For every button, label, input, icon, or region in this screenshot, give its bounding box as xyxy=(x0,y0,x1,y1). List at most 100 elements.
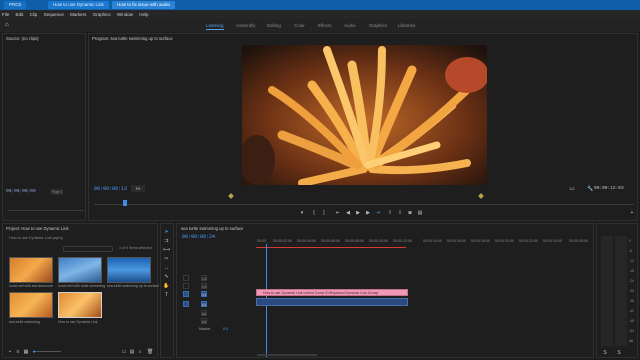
step-forward-icon[interactable]: ▶ xyxy=(365,210,371,216)
find-icon[interactable]: ⌕ xyxy=(137,349,143,355)
project-item-thumbnail[interactable] xyxy=(58,292,102,318)
program-playhead[interactable] xyxy=(123,200,127,206)
timeline-panel: sea turtle swimming up to surface 00:00:… xyxy=(176,223,594,358)
list-view-icon[interactable]: ≡ xyxy=(15,349,21,355)
project-item-label: sea turtle swimming up to surface xyxy=(107,284,160,288)
wrench-icon[interactable]: 🔧 xyxy=(587,186,593,192)
icon-view-icon[interactable]: ▦ xyxy=(23,349,29,355)
menu-window[interactable]: Window xyxy=(117,12,133,17)
step-back-icon[interactable]: ◀ xyxy=(345,210,351,216)
ruler-tick-label: 00:00:12:00 xyxy=(393,239,412,243)
workspace-color[interactable]: Color xyxy=(294,19,305,32)
workspace-graphics[interactable]: Graphics xyxy=(369,19,387,32)
project-tab-audio-fix[interactable]: How to fix issue with audio xyxy=(112,1,176,9)
track-target-toggle[interactable] xyxy=(183,275,189,281)
track-label-v1[interactable]: V1 xyxy=(201,291,207,297)
work-area-bar[interactable] xyxy=(256,247,406,248)
workspace-libraries[interactable]: Libraries xyxy=(398,19,415,32)
source-timecode[interactable]: 00;00;00;00 xyxy=(6,189,36,194)
ripple-edit-tool-icon[interactable]: ⟷ xyxy=(163,247,170,254)
workspace-effects[interactable]: Effects xyxy=(318,19,332,32)
zoom-slider-handle-icon[interactable]: ● xyxy=(31,349,37,355)
menu-markers[interactable]: Markers xyxy=(70,12,86,17)
project-search-input[interactable] xyxy=(63,246,113,252)
program-duration: 00:00:12:03 xyxy=(594,186,624,191)
video-clip[interactable]: How to use Dynamic Link Linked Comp 01/R… xyxy=(256,289,408,296)
solo-right-icon[interactable]: S xyxy=(616,350,622,356)
audio-meter-panel: 0 -6 -12 -18 -24 -30 -36 -42 -48 -54 dB … xyxy=(596,223,638,358)
menu-sequence[interactable]: Sequence xyxy=(44,12,64,17)
audio-clip[interactable] xyxy=(256,298,408,306)
new-item-icon[interactable]: ▤ xyxy=(129,349,135,355)
compare-view-icon[interactable]: ▤ xyxy=(417,210,423,216)
pen-tool-icon[interactable]: ✎ xyxy=(163,274,170,281)
workspace-audio[interactable]: Audio xyxy=(344,19,356,32)
export-frame-icon[interactable]: ◙ xyxy=(407,210,413,216)
timeline-title: sea turtle swimming up to surface xyxy=(181,226,244,231)
ruler-tick-label: 00:00:16:00 xyxy=(447,239,466,243)
timeline-scrollbar[interactable] xyxy=(257,354,317,356)
meter-scale-label: -18 xyxy=(629,269,634,273)
razor-tool-icon[interactable]: ✂ xyxy=(163,256,170,263)
program-add-button-icon[interactable]: + xyxy=(629,210,635,216)
track-target-toggle[interactable] xyxy=(183,283,189,289)
source-patch-a1[interactable] xyxy=(183,301,189,307)
project-item-thumbnail[interactable] xyxy=(58,257,102,283)
program-marker[interactable] xyxy=(228,193,234,199)
track-label-v3[interactable]: V3 xyxy=(201,275,207,281)
source-scrub-bar[interactable] xyxy=(8,210,84,211)
track-label-a2[interactable]: A2 xyxy=(201,310,207,316)
program-quality-select[interactable]: 1/2 xyxy=(569,186,575,191)
workspace-editing[interactable]: Editing xyxy=(267,19,281,32)
workspace-assembly[interactable]: Assembly xyxy=(236,19,256,32)
program-monitor-panel: Program: sea turtle swimming up to surfa… xyxy=(88,33,638,221)
project-item-thumbnail[interactable] xyxy=(107,257,151,283)
go-to-in-icon[interactable]: ⇤ xyxy=(335,210,341,216)
workspace-learning[interactable]: Learning xyxy=(206,19,224,32)
source-patch-v1[interactable] xyxy=(183,291,189,297)
mark-in-icon[interactable]: { xyxy=(311,210,317,216)
lift-icon[interactable]: ⇧ xyxy=(387,210,393,216)
master-volume-value[interactable]: 0.0 xyxy=(223,327,228,331)
solo-left-icon[interactable]: S xyxy=(602,350,608,356)
menu-clip[interactable]: Clip xyxy=(30,12,38,17)
ruler-tick-label: 00:00:06:00 xyxy=(321,239,340,243)
program-marker[interactable] xyxy=(478,193,484,199)
ruler-tick-label: 00:00:04:00 xyxy=(297,239,316,243)
program-timecode[interactable]: 00:00:00:13 xyxy=(94,186,127,192)
delete-icon[interactable]: 🗑 xyxy=(147,349,153,355)
program-scrub-bar[interactable] xyxy=(94,204,634,205)
project-item-thumbnail[interactable] xyxy=(9,257,53,283)
zoom-slider[interactable] xyxy=(33,351,61,352)
menu-edit[interactable]: Edit xyxy=(16,12,24,17)
project-item-thumbnail[interactable] xyxy=(9,292,53,318)
track-label-v2[interactable]: V2 xyxy=(201,283,207,289)
selection-tool-icon[interactable]: ➤ xyxy=(163,229,170,236)
go-to-out-icon[interactable]: ⇥ xyxy=(375,210,381,216)
extract-icon[interactable]: ⇩ xyxy=(397,210,403,216)
project-item-label: How to use Dynamic Link xyxy=(58,320,98,324)
lock-icon[interactable]: ▪ xyxy=(7,349,13,355)
track-label-a1[interactable]: A1 xyxy=(201,301,207,307)
play-icon[interactable]: ▶ xyxy=(355,210,361,216)
project-tab-pro2[interactable]: PRO2 xyxy=(4,1,27,9)
timeline-timecode[interactable]: 00:00:00:24 xyxy=(182,234,215,240)
add-marker-icon[interactable]: ▾ xyxy=(299,210,305,216)
new-bin-icon[interactable]: ▭ xyxy=(121,349,127,355)
project-item-label: coral reef with sea anemone xyxy=(9,284,53,288)
ruler-tick-label: 00:00:22:00 xyxy=(519,239,538,243)
track-label-a3[interactable]: A3 xyxy=(201,318,207,324)
slip-tool-icon[interactable]: ↔ xyxy=(163,265,170,272)
project-tab-dynamic-link[interactable]: How to use Dynamic Link xyxy=(48,1,109,9)
audio-meter-right xyxy=(615,236,627,346)
menu-file[interactable]: File xyxy=(2,12,9,17)
type-tool-icon[interactable]: T xyxy=(163,292,170,299)
hand-tool-icon[interactable]: ✋ xyxy=(163,283,170,290)
menu-graphics[interactable]: Graphics xyxy=(93,12,111,17)
menu-help[interactable]: Help xyxy=(139,12,148,17)
program-zoom-select[interactable]: Fit xyxy=(131,185,145,192)
mark-out-icon[interactable]: } xyxy=(321,210,327,216)
home-icon[interactable]: ⌂ xyxy=(5,19,9,32)
track-select-tool-icon[interactable]: ⇉ xyxy=(163,238,170,245)
source-page-select[interactable]: Page 1 xyxy=(51,189,63,195)
